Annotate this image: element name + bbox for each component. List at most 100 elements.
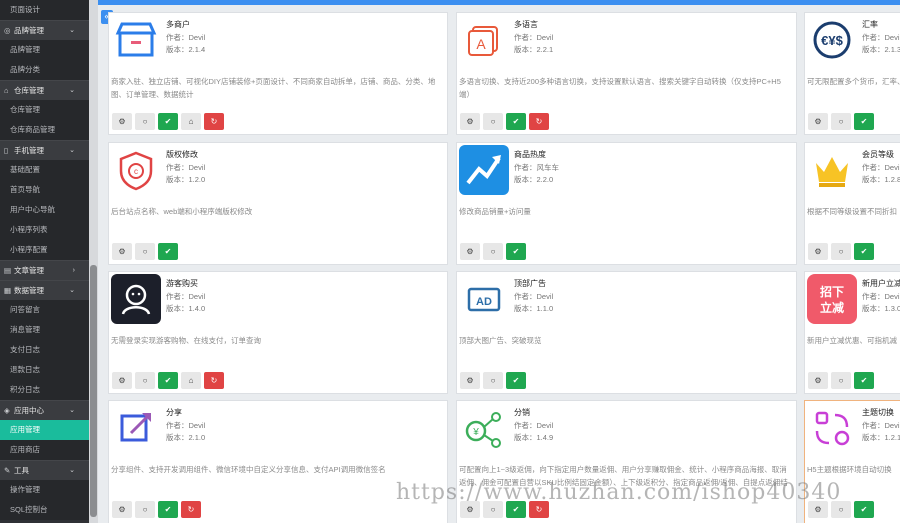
- sidebar-item[interactable]: 品牌管理: [0, 40, 89, 60]
- plugin-author: 作者：Devil: [514, 33, 554, 42]
- toggle-button[interactable]: ○: [483, 113, 503, 130]
- plugin-version: 版本：1.2.1: [862, 433, 900, 442]
- enable-button[interactable]: ✔: [506, 372, 526, 389]
- toggle-button[interactable]: ○: [483, 372, 503, 389]
- enable-button[interactable]: ✔: [854, 501, 874, 518]
- target-icon: ◎: [4, 26, 11, 35]
- sidebar-item[interactable]: 页面设计: [0, 0, 89, 20]
- sidebar-item[interactable]: 仓库商品管理: [0, 120, 89, 140]
- plugin-version: 版本：1.3.0: [862, 304, 900, 313]
- check-icon: ✔: [512, 117, 520, 126]
- sidebar-item[interactable]: 基础配置: [0, 160, 89, 180]
- plugin-description: 根据不同等级设置不同折扣: [807, 207, 897, 216]
- enable-button[interactable]: ✔: [158, 372, 178, 389]
- sidebar-item[interactable]: SQL控制台: [0, 500, 89, 520]
- enable-button[interactable]: ✔: [506, 113, 526, 130]
- toggle-button[interactable]: ○: [831, 113, 851, 130]
- sidebar-item[interactable]: 支付日志: [0, 340, 89, 360]
- plugin-actions: ⚙ ○ ✔ ↻: [460, 113, 549, 130]
- check-icon: ✔: [512, 505, 520, 514]
- settings-button[interactable]: ⚙: [112, 501, 132, 518]
- sidebar-label: 品牌管理: [14, 26, 44, 35]
- sidebar-item[interactable]: 小程序配置: [0, 240, 89, 260]
- settings-button[interactable]: ⚙: [112, 243, 132, 260]
- gear-icon: ⚙: [118, 505, 126, 514]
- tools-icon: ✎: [4, 466, 11, 475]
- sidebar-section[interactable]: ⌂ 仓库管理 ⌄: [0, 80, 89, 100]
- sidebar-section[interactable]: ◎ 品牌管理 ⌄: [0, 20, 89, 40]
- enable-button[interactable]: ✔: [854, 372, 874, 389]
- sidebar-item[interactable]: 应用商店: [0, 440, 89, 460]
- plugin-name: 顶部广告: [514, 279, 546, 288]
- sidebar-item[interactable]: 仓库管理: [0, 100, 89, 120]
- settings-button[interactable]: ⚙: [112, 372, 132, 389]
- circle-icon: ○: [142, 505, 148, 514]
- settings-button[interactable]: ⚙: [460, 113, 480, 130]
- sidebar-item[interactable]: 用户中心导航: [0, 200, 89, 220]
- plugin-description: 多语言切换、支持近200多种语言切换，支持设置默认语言、搜索关键字自动转换（仅支…: [459, 77, 781, 99]
- sidebar-section[interactable]: ▯ 手机管理 ⌄: [0, 140, 89, 160]
- sidebar-item[interactable]: 应用管理: [0, 420, 89, 440]
- home-button[interactable]: ⌂: [181, 113, 201, 130]
- enable-button[interactable]: ✔: [506, 243, 526, 260]
- toggle-button[interactable]: ○: [483, 243, 503, 260]
- plugin-author: 作者：Devil: [166, 421, 206, 430]
- sidebar-label: 仓库管理: [10, 105, 40, 114]
- theme-logo-icon: [807, 403, 857, 453]
- sidebar-item[interactable]: 品牌分类: [0, 60, 89, 80]
- scrollbar-thumb[interactable]: [90, 265, 97, 517]
- update-button[interactable]: ↻: [204, 113, 224, 130]
- sidebar-item[interactable]: 积分日志: [0, 380, 89, 400]
- plugin-author: 作者：Devil: [166, 292, 206, 301]
- home-icon: ⌂: [188, 117, 194, 126]
- toggle-button[interactable]: ○: [831, 243, 851, 260]
- home-button[interactable]: ⌂: [181, 372, 201, 389]
- plugin-author: 作者：Devil: [862, 33, 900, 42]
- sidebar-item[interactable]: 操作管理: [0, 480, 89, 500]
- sidebar-label: 工具: [14, 466, 29, 475]
- sidebar-section[interactable]: ▤ 文章管理 ›: [0, 260, 89, 280]
- update-button[interactable]: ↻: [181, 501, 201, 518]
- gear-icon: ⚙: [118, 376, 126, 385]
- settings-button[interactable]: ⚙: [808, 372, 828, 389]
- svg-text:招下: 招下: [820, 284, 844, 299]
- top-bar: [98, 0, 900, 5]
- toggle-button[interactable]: ○: [135, 501, 155, 518]
- settings-button[interactable]: ⚙: [808, 113, 828, 130]
- plugin-name: 版权修改: [166, 150, 198, 159]
- sidebar-scrollbar[interactable]: [89, 0, 98, 523]
- sidebar-item[interactable]: 小程序列表: [0, 220, 89, 240]
- plugin-version: 版本：2.2.1: [514, 45, 554, 54]
- sidebar-label: 用户中心导航: [10, 205, 55, 214]
- sidebar-label: 支付日志: [10, 345, 40, 354]
- sidebar-section[interactable]: ✎ 工具 ⌄: [0, 460, 89, 480]
- doc-icon: ▤: [4, 266, 12, 275]
- enable-button[interactable]: ✔: [158, 113, 178, 130]
- plugin-name: 多商户: [166, 20, 190, 29]
- toggle-button[interactable]: ○: [135, 243, 155, 260]
- toggle-button[interactable]: ○: [135, 372, 155, 389]
- plugin-name: 游客购买: [166, 279, 198, 288]
- update-button[interactable]: ↻: [529, 113, 549, 130]
- toggle-button[interactable]: ○: [831, 372, 851, 389]
- plugin-name: 多语言: [514, 20, 538, 29]
- enable-button[interactable]: ✔: [158, 243, 178, 260]
- enable-button[interactable]: ✔: [854, 113, 874, 130]
- toggle-button[interactable]: ○: [135, 113, 155, 130]
- enable-button[interactable]: ✔: [854, 243, 874, 260]
- plugin-description: 商家入驻、独立店铺、可视化DIY店铺装修+页面设计、不同商家自动拆单，店铺、商品…: [111, 77, 436, 99]
- sidebar-item[interactable]: 问答留言: [0, 300, 89, 320]
- sidebar-section[interactable]: ◈ 应用中心 ⌄: [0, 400, 89, 420]
- sidebar-item[interactable]: 首页导航: [0, 180, 89, 200]
- sidebar-item[interactable]: 退款日志: [0, 360, 89, 380]
- sidebar-section[interactable]: ▦ 数据管理 ⌄: [0, 280, 89, 300]
- refresh-icon: ↻: [535, 505, 543, 514]
- sidebar-item[interactable]: 消息管理: [0, 320, 89, 340]
- settings-button[interactable]: ⚙: [112, 113, 132, 130]
- settings-button[interactable]: ⚙: [460, 372, 480, 389]
- settings-button[interactable]: ⚙: [460, 243, 480, 260]
- settings-button[interactable]: ⚙: [808, 243, 828, 260]
- plugin-actions: ⚙ ○ ✔ ⌂ ↻: [112, 372, 224, 389]
- enable-button[interactable]: ✔: [158, 501, 178, 518]
- update-button[interactable]: ↻: [204, 372, 224, 389]
